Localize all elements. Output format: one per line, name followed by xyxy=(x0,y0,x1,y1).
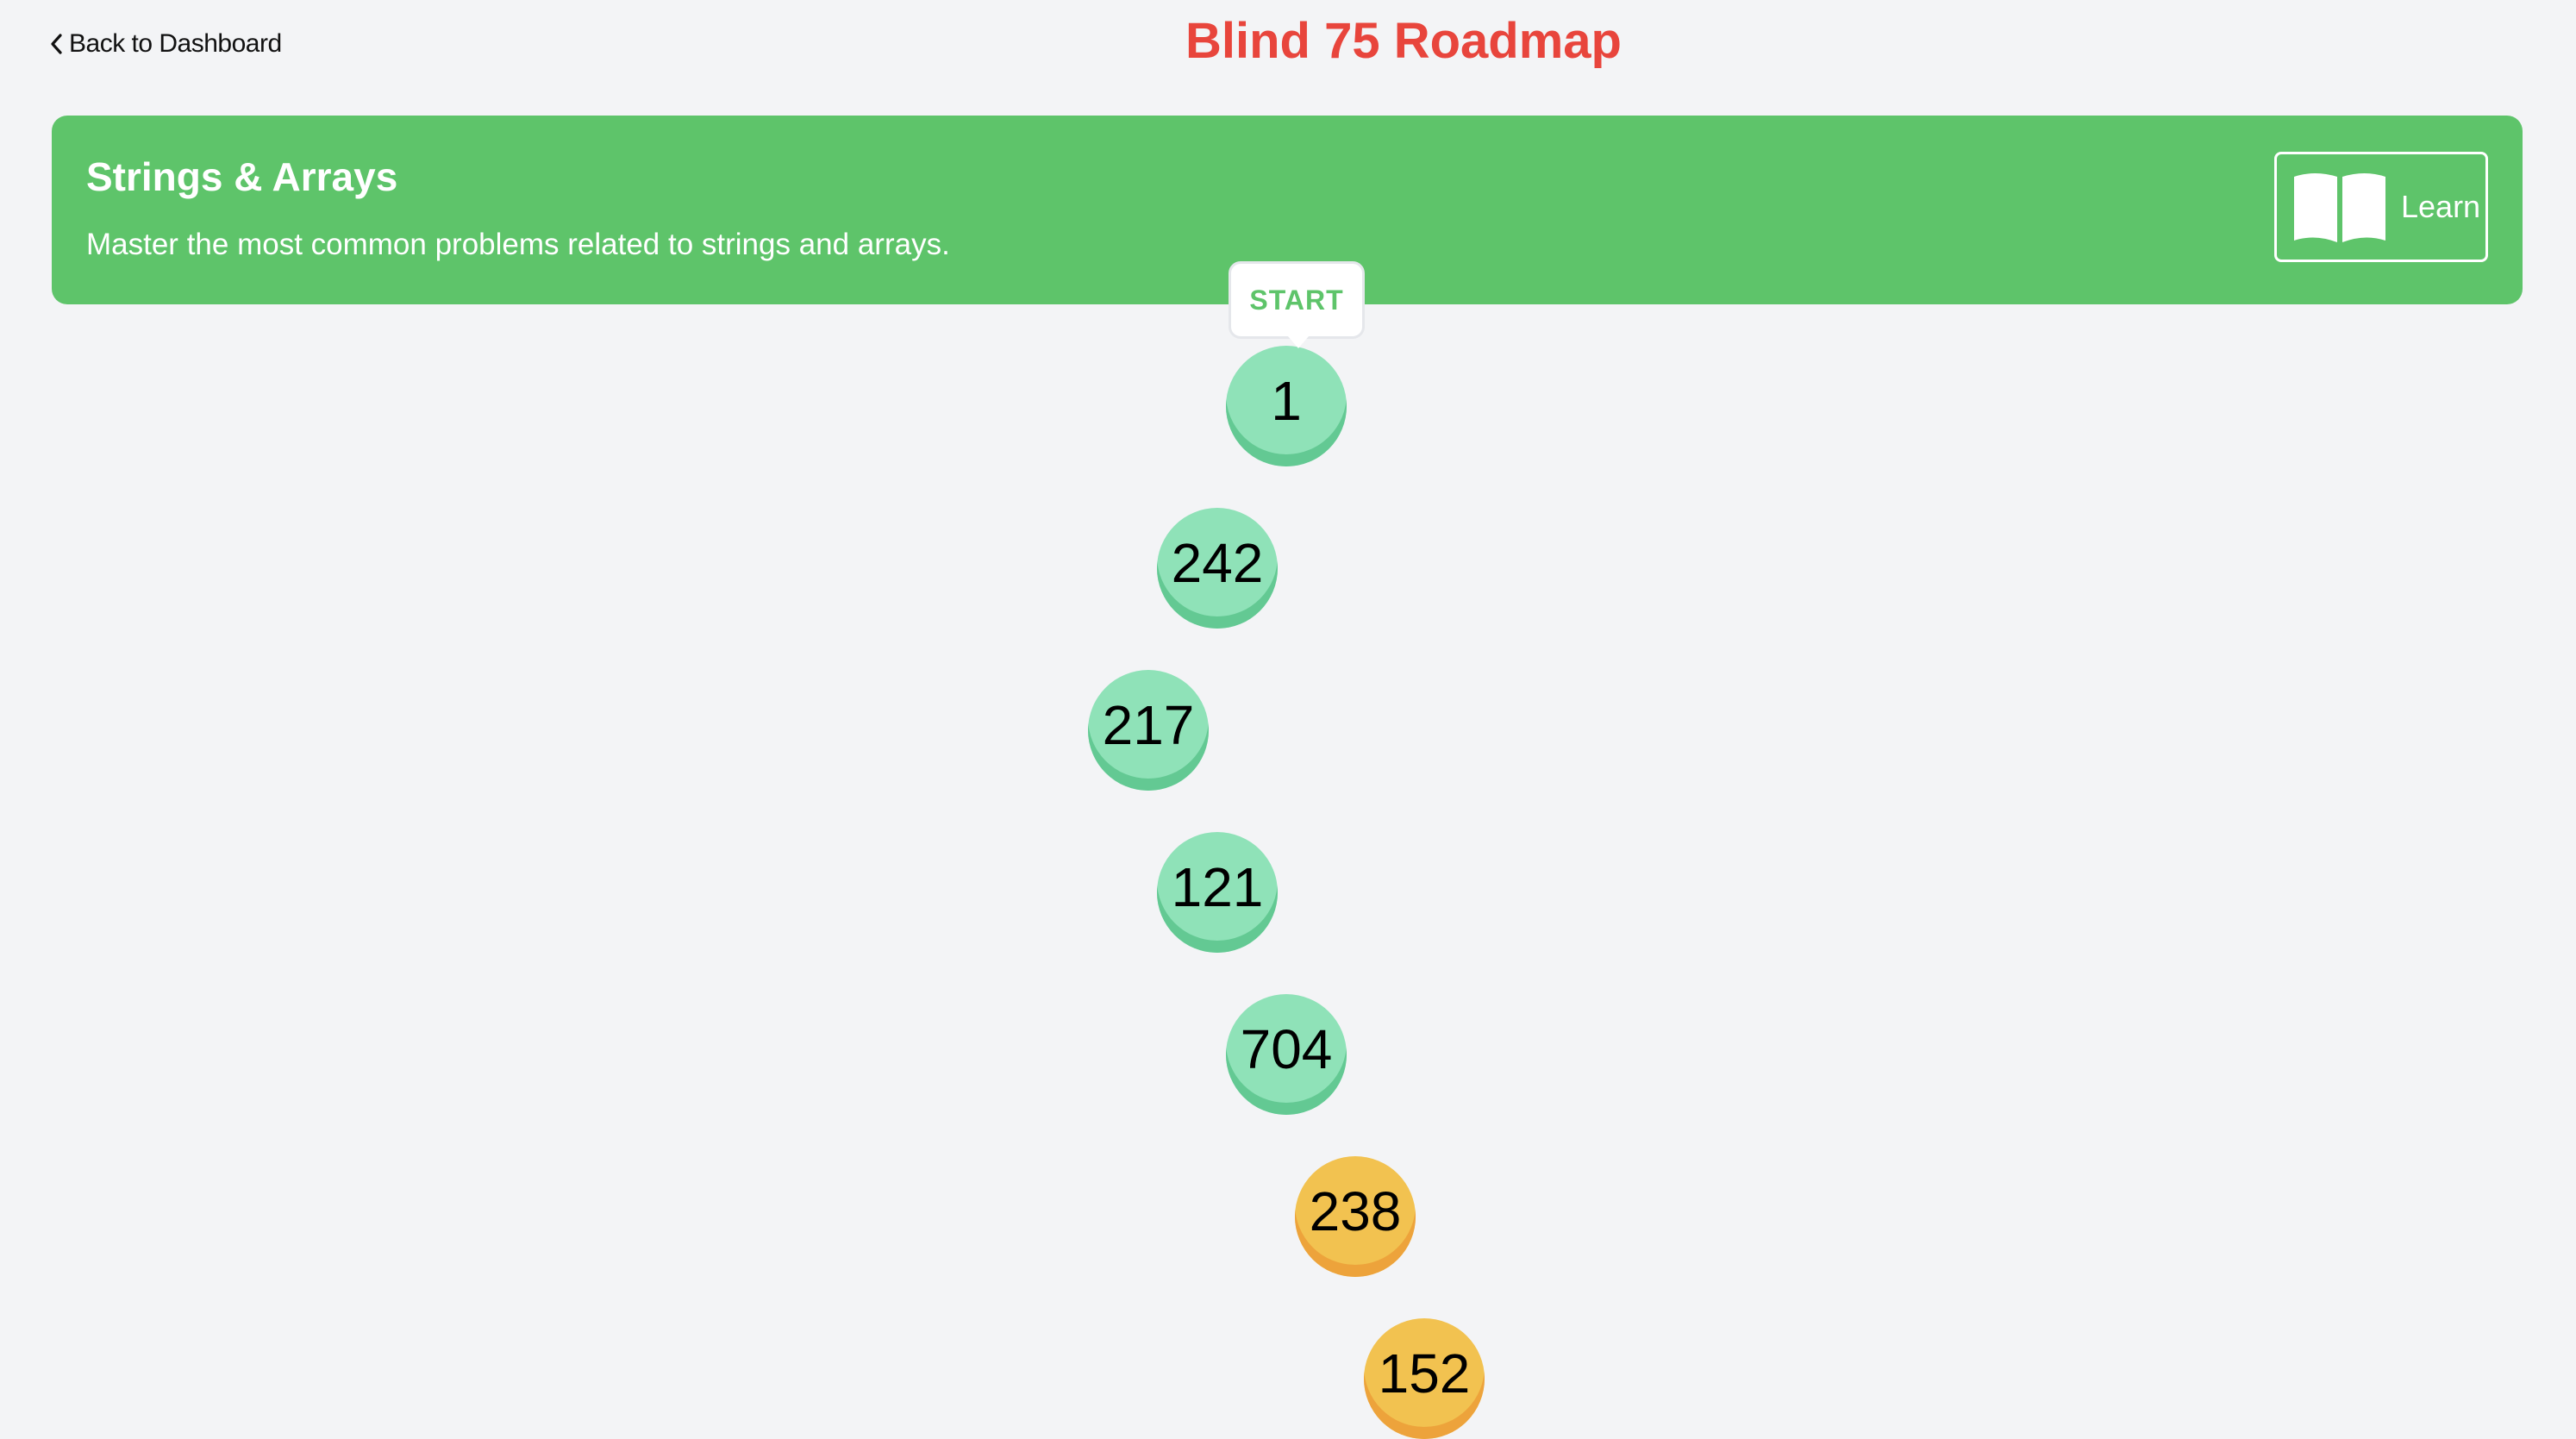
problem-node[interactable]: 704 xyxy=(1226,994,1347,1115)
problem-node[interactable]: 152 xyxy=(1364,1318,1485,1439)
problem-number: 704 xyxy=(1240,1018,1333,1080)
start-bubble: START xyxy=(1229,261,1365,348)
problem-number: 1 xyxy=(1271,370,1302,432)
problem-number: 152 xyxy=(1378,1342,1471,1405)
problem-node[interactable]: 238 xyxy=(1295,1156,1416,1277)
section-title: Strings & Arrays xyxy=(86,154,398,199)
learn-button[interactable]: Learn xyxy=(2274,152,2488,262)
open-book-icon xyxy=(2291,170,2389,244)
section-description: Master the most common problems related … xyxy=(86,228,950,261)
problem-number: 238 xyxy=(1309,1180,1402,1242)
problem-number: 217 xyxy=(1102,694,1195,756)
problem-node[interactable]: 217 xyxy=(1088,670,1209,791)
learn-label: Learn xyxy=(2401,189,2481,224)
problem-node[interactable]: 1 xyxy=(1226,346,1347,466)
start-label: START xyxy=(1249,284,1344,316)
problem-number: 121 xyxy=(1171,856,1264,918)
problem-node[interactable]: 242 xyxy=(1157,508,1278,629)
problem-node[interactable]: 121 xyxy=(1157,832,1278,953)
start-bubble-tail xyxy=(1288,336,1309,348)
problem-number: 242 xyxy=(1171,532,1264,594)
page-title: Blind 75 Roadmap xyxy=(1185,13,1622,69)
